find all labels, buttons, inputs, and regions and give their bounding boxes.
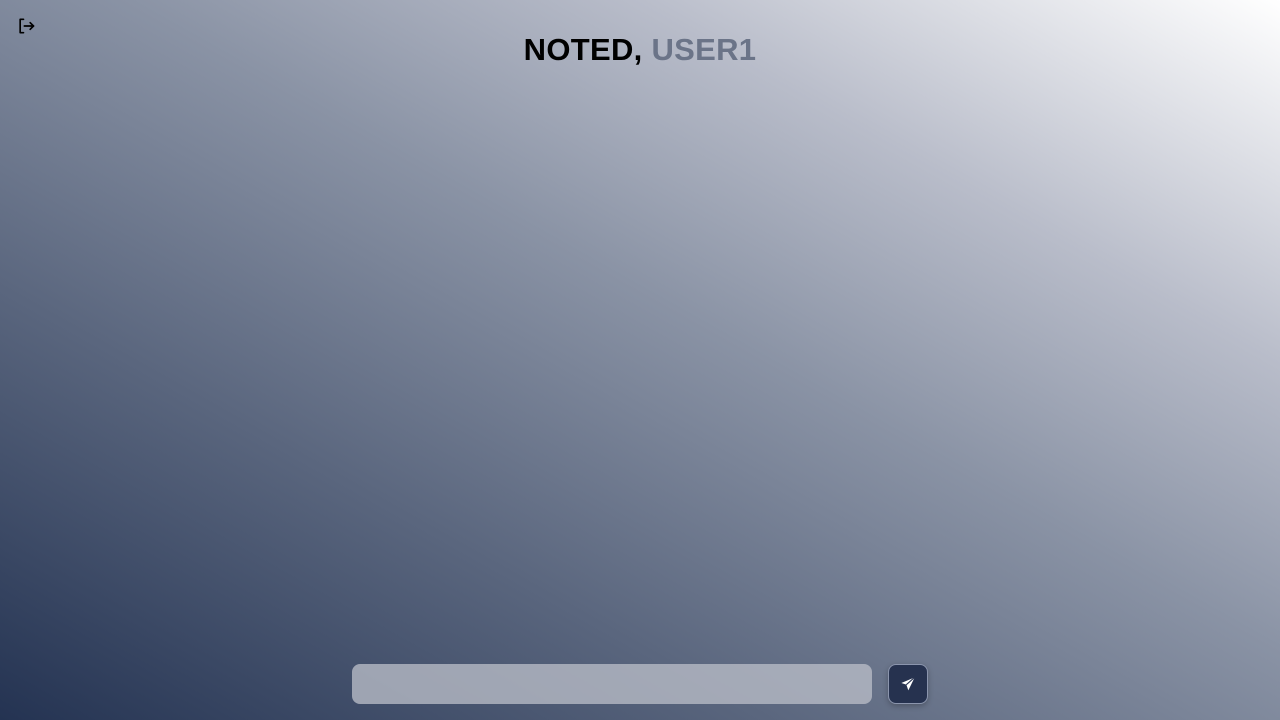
send-button[interactable] <box>888 664 928 704</box>
username: USER1 <box>651 32 757 67</box>
page-title: NOTED, USER1 <box>0 32 1280 68</box>
note-input[interactable] <box>352 664 872 704</box>
brand-name: NOTED, <box>523 32 643 67</box>
paper-plane-icon <box>901 676 916 691</box>
message-composer <box>352 664 928 704</box>
